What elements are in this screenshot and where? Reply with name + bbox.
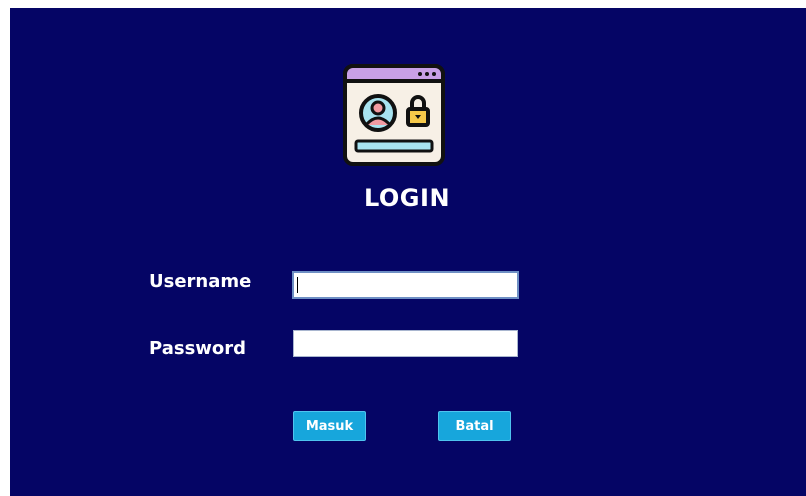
username-input[interactable] <box>292 271 519 299</box>
page-title: LOGIN <box>363 184 451 212</box>
password-label: Password <box>149 338 247 359</box>
text-caret <box>297 277 298 293</box>
login-window: LOGIN Username Password Masuk Batal <box>10 8 806 496</box>
login-button[interactable]: Masuk <box>293 411 366 441</box>
password-input[interactable] <box>293 330 518 357</box>
username-label: Username <box>149 271 252 292</box>
login-window-icon <box>343 64 445 166</box>
cancel-button[interactable]: Batal <box>438 411 511 441</box>
